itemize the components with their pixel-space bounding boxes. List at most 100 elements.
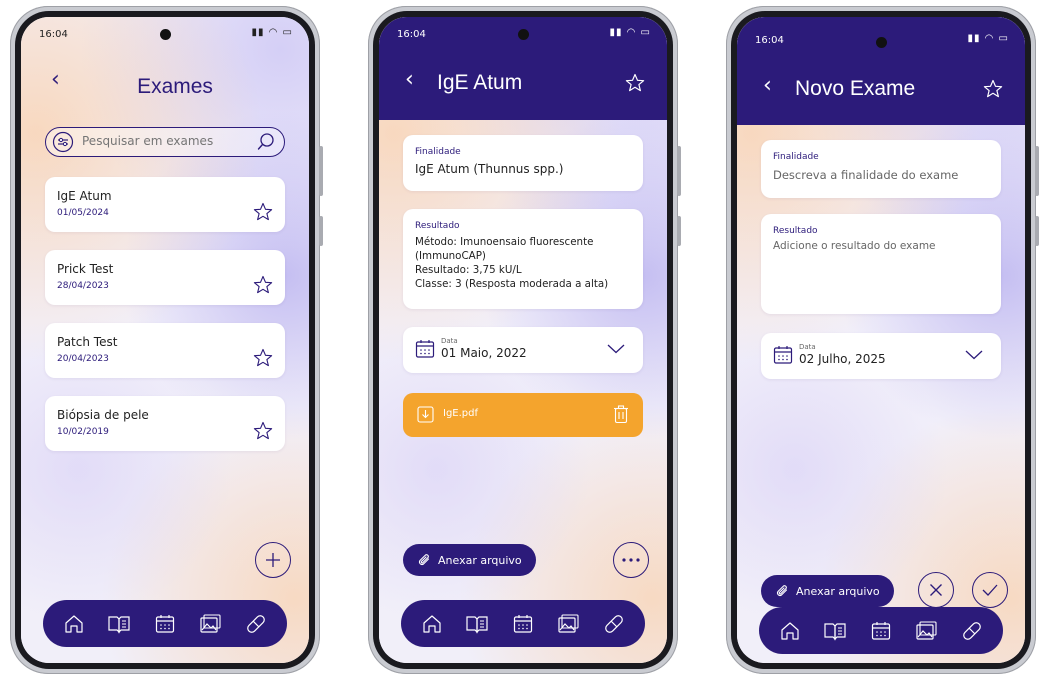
status-icons: ▮▮ ◠ ▭ — [609, 27, 651, 38]
favorite-star-icon[interactable] — [253, 348, 273, 368]
exam-name: Patch Test — [57, 335, 118, 349]
calendar-icon — [773, 345, 793, 365]
resultado-line: (ImmunoCAP) — [415, 250, 486, 262]
calendar-icon[interactable] — [868, 618, 894, 644]
search-bar[interactable] — [45, 127, 285, 157]
download-icon[interactable] — [417, 406, 434, 423]
exam-date: 28/04/2023 — [57, 281, 109, 291]
back-button[interactable]: ‹ — [405, 67, 414, 92]
back-button[interactable]: ‹ — [763, 73, 772, 98]
gallery-icon[interactable] — [198, 611, 224, 637]
status-icons: ▮▮ ◠ ▭ — [251, 27, 293, 38]
bottom-nav — [43, 600, 287, 647]
exam-name: Biópsia de pele — [57, 408, 149, 422]
paperclip-icon — [417, 553, 432, 568]
attachment-file[interactable]: IgE.pdf — [403, 393, 643, 437]
exam-name: Prick Test — [57, 262, 114, 276]
resultado-label: Resultado — [415, 221, 460, 231]
book-icon[interactable] — [106, 611, 132, 637]
status-time: 16:04 — [755, 35, 784, 46]
screen-novo-exame: 16:04 ▮▮ ◠ ▭ ‹ Novo Exame Finalidade Des… — [737, 17, 1025, 663]
favorite-star-icon[interactable] — [253, 275, 273, 295]
confirm-button[interactable] — [972, 572, 1008, 608]
resultado-line: Método: Imunoensaio fluorescente — [415, 236, 594, 248]
page-title: Novo Exame — [795, 77, 916, 100]
calendar-icon — [415, 339, 435, 359]
chevron-down-icon — [965, 350, 983, 360]
finalidade-label: Finalidade — [773, 152, 819, 162]
book-icon[interactable] — [822, 618, 848, 644]
screen-exam-detail: 16:04 ▮▮ ◠ ▭ ‹ IgE Atum Finalidade IgE A… — [379, 17, 667, 663]
page-title: Exames — [137, 75, 213, 98]
favorite-star-icon[interactable] — [253, 421, 273, 441]
home-icon[interactable] — [61, 611, 87, 637]
finalidade-label: Finalidade — [415, 147, 461, 157]
finalidade-placeholder[interactable]: Descreva a finalidade do exame — [773, 168, 958, 182]
status-bar: 16:04 ▮▮ ◠ ▭ — [379, 17, 667, 51]
status-time: 16:04 — [39, 29, 68, 40]
finalidade-card: Finalidade IgE Atum (Thunnus spp.) — [403, 135, 643, 191]
attach-file-button[interactable]: Anexar arquivo — [403, 544, 536, 576]
paperclip-icon — [775, 584, 790, 599]
calendar-icon[interactable] — [510, 611, 536, 637]
bottom-nav — [759, 607, 1003, 654]
camera-notch — [518, 29, 529, 40]
chevron-down-icon — [607, 344, 625, 354]
home-icon[interactable] — [419, 611, 445, 637]
exam-date: 10/02/2019 — [57, 427, 109, 437]
cancel-button[interactable] — [918, 572, 954, 608]
add-exam-button[interactable] — [255, 542, 291, 578]
phone-novo-exame: 16:04 ▮▮ ◠ ▭ ‹ Novo Exame Finalidade Des… — [726, 6, 1039, 674]
attach-file-button[interactable]: Anexar arquivo — [761, 575, 894, 607]
exam-name: IgE Atum — [57, 189, 112, 203]
pill-icon[interactable] — [243, 611, 269, 637]
exam-date: 20/04/2023 — [57, 354, 109, 364]
list-item[interactable]: IgE Atum 01/05/2024 — [45, 177, 285, 232]
filter-icon[interactable] — [52, 131, 74, 153]
gallery-icon[interactable] — [556, 611, 582, 637]
date-picker[interactable]: Data 01 Maio, 2022 — [403, 327, 643, 373]
resultado-line: Classe: 3 (Resposta moderada a alta) — [415, 278, 609, 290]
screen-exames: 16:04 ▮▮ ◠ ▭ ‹ Exames IgE Atum01/05/2024… — [21, 17, 309, 663]
resultado-card: Resultado Método: Imunoensaio fluorescen… — [403, 209, 643, 309]
phone-exam-detail: 16:04 ▮▮ ◠ ▭ ‹ IgE Atum Finalidade IgE A… — [368, 6, 681, 674]
resultado-text: Método: Imunoensaio fluorescente (ImmunoC… — [415, 235, 608, 291]
favorite-star-icon[interactable] — [253, 202, 273, 222]
phone-exames-list: 16:04 ▮▮ ◠ ▭ ‹ Exames IgE Atum01/05/2024… — [10, 6, 323, 674]
calendar-icon[interactable] — [152, 611, 178, 637]
resultado-card[interactable]: Resultado Adicione o resultado do exame — [761, 214, 1001, 314]
home-icon[interactable] — [777, 618, 803, 644]
bottom-nav — [401, 600, 645, 647]
date-label: Data — [799, 343, 816, 351]
file-name: IgE.pdf — [443, 408, 479, 419]
status-icons: ▮▮ ◠ ▭ — [967, 33, 1009, 44]
search-icon[interactable] — [256, 132, 276, 152]
search-input[interactable] — [82, 134, 252, 148]
status-bar: 16:04 ▮▮ ◠ ▭ — [21, 17, 309, 51]
date-picker[interactable]: Data 02 Julho, 2025 — [761, 333, 1001, 379]
attach-file-label: Anexar arquivo — [438, 553, 522, 567]
list-item[interactable]: Prick Test 28/04/2023 — [45, 250, 285, 305]
page-title: IgE Atum — [437, 71, 523, 94]
finalidade-card[interactable]: Finalidade Descreva a finalidade do exam… — [761, 140, 1001, 198]
pill-icon[interactable] — [601, 611, 627, 637]
attach-file-label: Anexar arquivo — [796, 584, 880, 598]
resultado-label: Resultado — [773, 226, 818, 236]
favorite-star-icon[interactable] — [983, 79, 1003, 99]
list-item[interactable]: Patch Test 20/04/2023 — [45, 323, 285, 378]
list-item[interactable]: Biópsia de pele 10/02/2019 — [45, 396, 285, 451]
camera-notch — [160, 29, 171, 40]
resultado-placeholder[interactable]: Adicione o resultado do exame — [773, 240, 936, 252]
camera-notch — [876, 37, 887, 48]
date-value: 02 Julho, 2025 — [799, 352, 886, 366]
favorite-star-icon[interactable] — [625, 73, 645, 93]
pill-icon[interactable] — [959, 618, 985, 644]
trash-icon[interactable] — [613, 405, 629, 424]
status-time: 16:04 — [397, 29, 426, 40]
finalidade-value: IgE Atum (Thunnus spp.) — [415, 162, 564, 176]
date-label: Data — [441, 337, 458, 345]
resultado-line: Resultado: 3,75 kU/L — [415, 264, 522, 276]
more-options-button[interactable] — [613, 542, 649, 578]
gallery-icon[interactable] — [914, 618, 940, 644]
book-icon[interactable] — [464, 611, 490, 637]
